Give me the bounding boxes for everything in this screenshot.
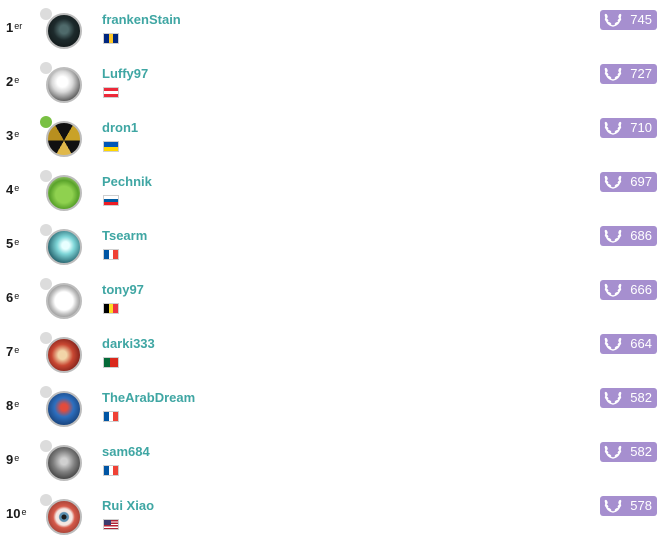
- laurel-wreath-icon: [604, 499, 622, 513]
- player-name[interactable]: Pechnik: [102, 174, 152, 189]
- leaderboard-row: 8e TheArabDream 582: [0, 386, 661, 442]
- player-name[interactable]: darki333: [102, 336, 155, 351]
- status-dot: [40, 386, 52, 398]
- rank: 5e: [6, 236, 20, 251]
- status-dot: [40, 224, 52, 236]
- avatar[interactable]: [46, 283, 82, 319]
- score-badge: 727: [600, 64, 657, 84]
- laurel-wreath-icon: [604, 175, 622, 189]
- avatar[interactable]: [46, 13, 82, 49]
- score-badge: 710: [600, 118, 657, 138]
- laurel-wreath-icon: [604, 229, 622, 243]
- player-name[interactable]: tony97: [102, 282, 144, 297]
- leaderboard: 1er frankenStain 745 2e Luffy97 727 3e d…: [0, 0, 661, 543]
- rank: 1er: [6, 20, 23, 35]
- laurel-wreath-icon: [604, 391, 622, 405]
- leaderboard-row: 7e darki333 664: [0, 332, 661, 388]
- status-dot: [40, 116, 52, 128]
- leaderboard-row: 3e dron1 710: [0, 116, 661, 172]
- leaderboard-row: 1er frankenStain 745: [0, 8, 661, 64]
- laurel-wreath-icon: [604, 121, 622, 135]
- score-badge: 582: [600, 442, 657, 462]
- player-name[interactable]: Luffy97: [102, 66, 148, 81]
- rank: 8e: [6, 398, 20, 413]
- laurel-wreath-icon: [604, 13, 622, 27]
- score-badge: 578: [600, 496, 657, 516]
- score-badge: 582: [600, 388, 657, 408]
- score-value: 582: [630, 390, 652, 405]
- status-dot: [40, 62, 52, 74]
- country-flag: [103, 33, 119, 44]
- rank: 10e: [6, 506, 27, 521]
- score-value: 582: [630, 444, 652, 459]
- country-flag: [103, 87, 119, 98]
- avatar[interactable]: [46, 337, 82, 373]
- score-badge: 664: [600, 334, 657, 354]
- country-flag: [103, 519, 119, 530]
- leaderboard-row: 5e Tsearm 686: [0, 224, 661, 280]
- rank: 9e: [6, 452, 20, 467]
- score-value: 664: [630, 336, 652, 351]
- laurel-wreath-icon: [604, 67, 622, 81]
- score-badge: 666: [600, 280, 657, 300]
- player-name[interactable]: sam684: [102, 444, 150, 459]
- status-dot: [40, 494, 52, 506]
- avatar[interactable]: [46, 229, 82, 265]
- avatar[interactable]: [46, 445, 82, 481]
- status-dot: [40, 440, 52, 452]
- score-value: 578: [630, 498, 652, 513]
- player-name[interactable]: TheArabDream: [102, 390, 195, 405]
- leaderboard-row: 4e Pechnik 697: [0, 170, 661, 226]
- player-name[interactable]: Rui Xiao: [102, 498, 154, 513]
- avatar[interactable]: [46, 175, 82, 211]
- country-flag: [103, 465, 119, 476]
- country-flag: [103, 195, 119, 206]
- score-value: 686: [630, 228, 652, 243]
- country-flag: [103, 249, 119, 260]
- player-name[interactable]: dron1: [102, 120, 138, 135]
- country-flag: [103, 411, 119, 422]
- score-badge: 697: [600, 172, 657, 192]
- score-value: 697: [630, 174, 652, 189]
- leaderboard-row: 10e Rui Xiao 578: [0, 494, 661, 543]
- score-value: 745: [630, 12, 652, 27]
- rank: 4e: [6, 182, 20, 197]
- player-name[interactable]: Tsearm: [102, 228, 147, 243]
- rank: 2e: [6, 74, 20, 89]
- status-dot: [40, 332, 52, 344]
- rank: 6e: [6, 290, 20, 305]
- score-badge: 745: [600, 10, 657, 30]
- avatar[interactable]: [46, 67, 82, 103]
- leaderboard-row: 2e Luffy97 727: [0, 62, 661, 118]
- status-dot: [40, 170, 52, 182]
- status-dot: [40, 8, 52, 20]
- leaderboard-row: 6e tony97 666: [0, 278, 661, 334]
- player-name[interactable]: frankenStain: [102, 12, 181, 27]
- country-flag: [103, 303, 119, 314]
- score-value: 727: [630, 66, 652, 81]
- laurel-wreath-icon: [604, 445, 622, 459]
- rank: 7e: [6, 344, 20, 359]
- leaderboard-row: 9e sam684 582: [0, 440, 661, 496]
- status-dot: [40, 278, 52, 290]
- rank: 3e: [6, 128, 20, 143]
- laurel-wreath-icon: [604, 283, 622, 297]
- country-flag: [103, 141, 119, 152]
- avatar[interactable]: [46, 499, 82, 535]
- laurel-wreath-icon: [604, 337, 622, 351]
- avatar[interactable]: [46, 121, 82, 157]
- country-flag: [103, 357, 119, 368]
- score-value: 666: [630, 282, 652, 297]
- avatar[interactable]: [46, 391, 82, 427]
- score-badge: 686: [600, 226, 657, 246]
- score-value: 710: [630, 120, 652, 135]
